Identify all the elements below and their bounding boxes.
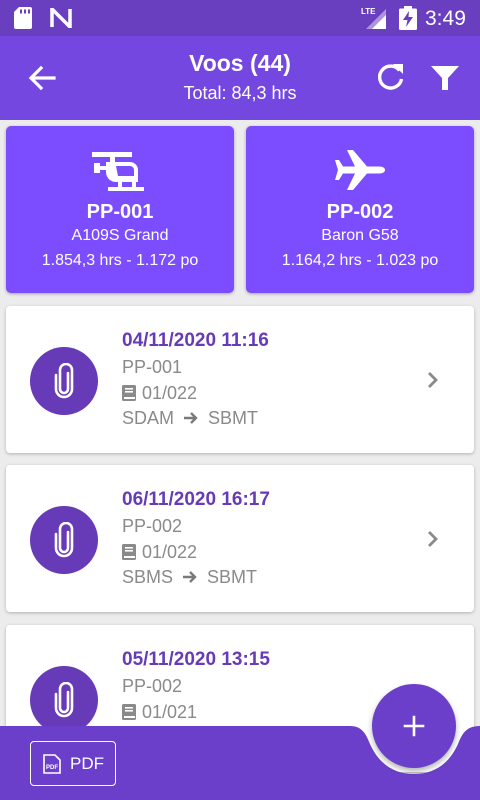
filter-icon[interactable]: [429, 62, 461, 94]
paperclip-icon: [54, 363, 74, 399]
paperclip-icon: [54, 522, 74, 558]
route-origin: SDAM: [122, 408, 175, 428]
app-bar: Voos (44) Total: 84,3 hrs: [0, 36, 480, 120]
flight-datetime: 06/11/2020 16:17: [122, 489, 270, 510]
logbook-number: 01/021: [142, 702, 198, 722]
aircraft-stats: 1.854,3 hrs - 1.172 po: [41, 252, 199, 269]
arrow-right-icon: [184, 412, 198, 424]
aircraft-card-pp-001[interactable]: PP-001 A109S Grand 1.854,3 hrs - 1.172 p…: [6, 126, 234, 293]
logbook-number: 01/022: [142, 383, 198, 403]
flight-list-item[interactable]: 06/11/2020 16:17 PP-002 01/022 SBMS SBMT: [6, 465, 474, 612]
chevron-right-icon[interactable]: [424, 368, 442, 392]
flight-list-item[interactable]: 04/11/2020 11:16 PP-001 01/022 SDAM SBMT: [6, 306, 474, 453]
attachment-avatar: [30, 666, 98, 734]
aircraft-registration: PP-001: [86, 201, 154, 223]
flight-route: SBMS SBMT: [122, 567, 257, 588]
attachment-avatar: [30, 347, 98, 415]
helicopter-icon: [92, 152, 144, 191]
book-icon: [122, 385, 136, 401]
paperclip-icon: [54, 682, 74, 718]
aircraft-registration: PP-002: [326, 201, 394, 223]
logbook-number: 01/022: [142, 542, 198, 562]
book-icon: [122, 704, 136, 720]
svg-text:PDF: PDF: [46, 765, 58, 771]
flight-datetime: 05/11/2020 13:15: [122, 649, 270, 670]
flight-route: SDAM SBMT: [122, 408, 258, 429]
pdf-file-icon: PDF: [43, 754, 61, 774]
aircraft-card-pp-002[interactable]: PP-002 Baron G58 1.164,2 hrs - 1.023 po: [246, 126, 474, 293]
flight-datetime: 04/11/2020 11:16: [122, 330, 269, 351]
sd-card-icon: [14, 7, 32, 29]
arrow-right-icon: [183, 571, 197, 583]
battery-charging-icon: [399, 6, 417, 30]
lte-signal-icon: LTE: [361, 7, 386, 29]
flight-registration: PP-002: [122, 516, 183, 536]
route-destination: SBMT: [207, 567, 258, 587]
refresh-icon[interactable]: [373, 60, 407, 94]
flight-logbook: 01/022: [122, 383, 197, 404]
chevron-right-icon[interactable]: [424, 527, 442, 551]
airplane-icon: [335, 150, 385, 190]
aircraft-model: Baron G58: [321, 227, 399, 244]
flight-logbook: 01/021: [122, 702, 197, 723]
aircraft-stats: 1.164,2 hrs - 1.023 po: [281, 252, 439, 269]
attachment-avatar: [30, 506, 98, 574]
route-destination: SBMT: [208, 408, 259, 428]
flight-registration: PP-002: [122, 676, 183, 696]
svg-text:LTE: LTE: [361, 7, 376, 16]
page-title: Voos (44): [189, 50, 291, 76]
add-flight-button[interactable]: [372, 684, 456, 768]
clock: 3:49: [425, 7, 466, 30]
plus-icon: [403, 715, 425, 737]
book-icon: [122, 544, 136, 560]
total-hours: Total: 84,3 hrs: [183, 83, 297, 103]
pdf-button-label: PDF: [70, 754, 104, 773]
aircraft-model: A109S Grand: [71, 227, 169, 244]
n-icon: [50, 8, 72, 28]
flight-logbook: 01/022: [122, 542, 197, 563]
status-bar: LTE 3:49: [0, 0, 480, 36]
route-origin: SBMS: [122, 567, 174, 587]
flight-registration: PP-001: [122, 357, 183, 377]
pdf-export-button[interactable]: PDF PDF: [30, 741, 116, 786]
